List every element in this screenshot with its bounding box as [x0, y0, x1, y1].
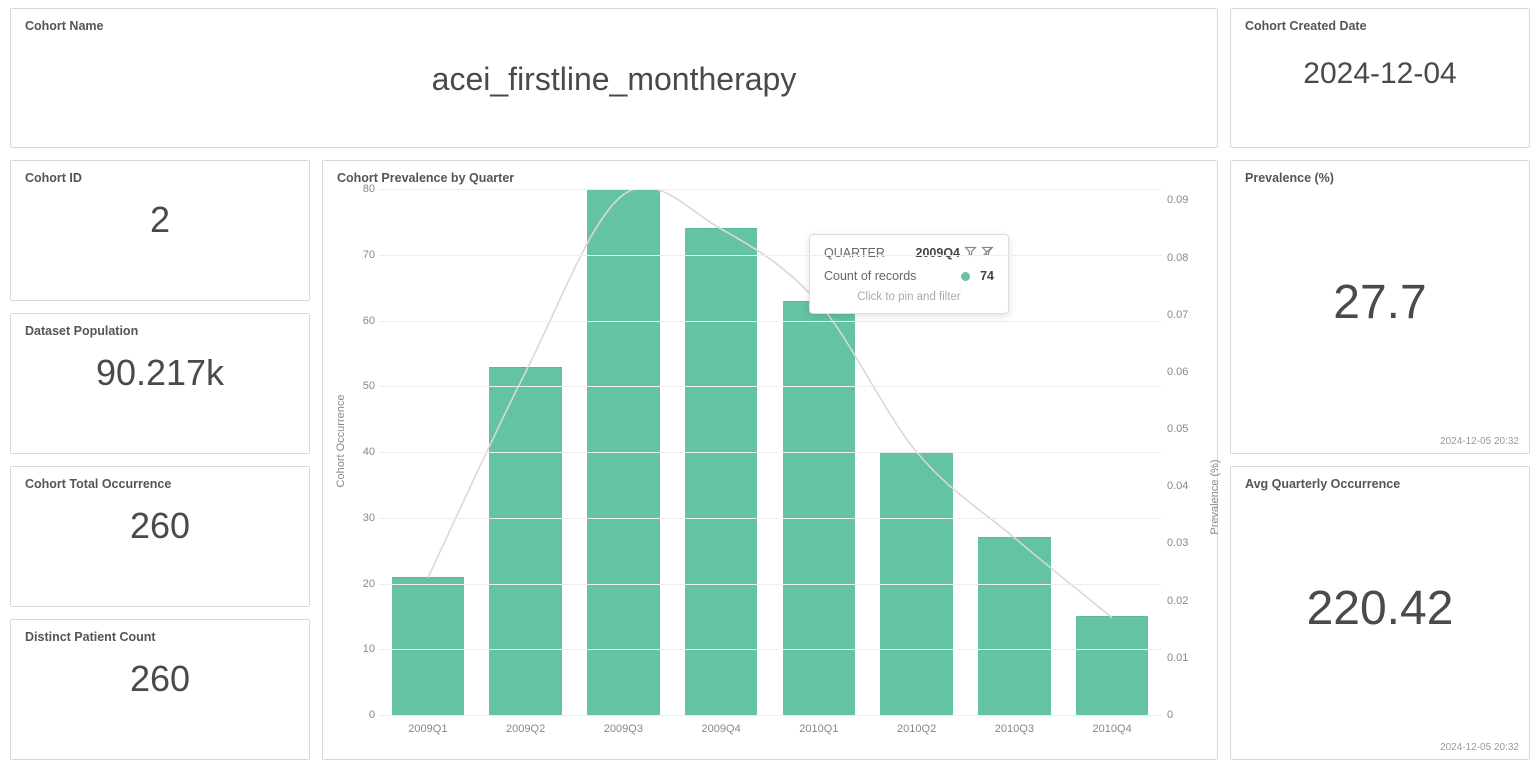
card-title: Distinct Patient Count — [25, 630, 295, 644]
y-right-tick: 0.04 — [1167, 480, 1197, 492]
gridline — [379, 649, 1161, 650]
timestamp: 2024-12-05 20:32 — [1440, 436, 1519, 447]
chart-tooltip[interactable]: QUARTER 2009Q4 Count of records 74 Click… — [809, 234, 1009, 314]
y-right-tick: 0.07 — [1167, 309, 1197, 321]
card-title: Avg Quarterly Occurrence — [1245, 477, 1515, 491]
card-distinct-patients: Distinct Patient Count 260 — [10, 619, 310, 760]
bar[interactable] — [783, 301, 855, 715]
bar[interactable] — [978, 537, 1050, 715]
y-left-tick: 0 — [347, 709, 375, 721]
card-title: Cohort Created Date — [1245, 19, 1515, 33]
population-value: 90.217k — [25, 352, 295, 394]
card-population: Dataset Population 90.217k — [10, 313, 310, 454]
gridline — [379, 255, 1161, 256]
prevalence-value: 27.7 — [1245, 275, 1515, 330]
x-tick-label: 2010Q3 — [995, 723, 1034, 735]
chart-title: Cohort Prevalence by Quarter — [337, 171, 1203, 185]
x-tick-label: 2009Q2 — [506, 723, 545, 735]
distinct-patients-value: 260 — [25, 658, 295, 700]
tooltip-quarter-label: QUARTER — [824, 246, 885, 260]
y-right-tick: 0.03 — [1167, 537, 1197, 549]
dashboard: Cohort Name acei_firstline_montherapy Co… — [0, 0, 1540, 768]
tooltip-count-value: 74 — [980, 269, 994, 283]
y-axis-right-label: Prevalence (%) — [1209, 459, 1221, 534]
bar[interactable] — [489, 367, 561, 715]
created-date-value: 2024-12-04 — [1245, 57, 1515, 91]
filter-icon[interactable] — [964, 245, 977, 261]
filter-clear-icon[interactable] — [981, 245, 994, 261]
card-cohort-name: Cohort Name acei_firstline_montherapy — [10, 8, 1218, 148]
card-created-date: Cohort Created Date 2024-12-04 — [1230, 8, 1530, 148]
cohort-id-value: 2 — [25, 199, 295, 241]
bar[interactable] — [392, 577, 464, 715]
chart-plot[interactable]: Cohort Occurrence Prevalence (%) 2009Q12… — [337, 189, 1203, 749]
y-right-tick: 0.08 — [1167, 252, 1197, 264]
y-left-tick: 30 — [347, 512, 375, 524]
timestamp: 2024-12-05 20:32 — [1440, 742, 1519, 753]
y-axis-left-label: Cohort Occurrence — [335, 395, 347, 488]
gridline — [379, 584, 1161, 585]
gridline — [379, 518, 1161, 519]
bar[interactable] — [1076, 616, 1148, 715]
card-title: Dataset Population — [25, 324, 295, 338]
y-left-tick: 10 — [347, 643, 375, 655]
gridline — [379, 715, 1161, 716]
x-tick-label: 2009Q1 — [408, 723, 447, 735]
x-tick-label: 2010Q1 — [799, 723, 838, 735]
tooltip-footer: Click to pin and filter — [824, 291, 994, 303]
y-right-tick: 0.09 — [1167, 194, 1197, 206]
card-cohort-id: Cohort ID 2 — [10, 160, 310, 301]
y-right-tick: 0.05 — [1167, 423, 1197, 435]
total-occurrence-value: 260 — [25, 505, 295, 547]
x-tick-label: 2009Q4 — [702, 723, 741, 735]
left-column: Cohort ID 2 Dataset Population 90.217k C… — [10, 160, 310, 760]
plot-area[interactable]: 2009Q12009Q22009Q32009Q42010Q12010Q22010… — [379, 189, 1161, 715]
y-right-tick: 0.01 — [1167, 652, 1197, 664]
y-left-tick: 80 — [347, 183, 375, 195]
y-left-tick: 50 — [347, 380, 375, 392]
gridline — [379, 452, 1161, 453]
y-left-tick: 20 — [347, 578, 375, 590]
avg-quarterly-value: 220.42 — [1245, 581, 1515, 636]
right-column: Prevalence (%) 27.7 2024-12-05 20:32 Avg… — [1230, 160, 1530, 760]
card-title: Cohort ID — [25, 171, 295, 185]
card-title: Cohort Name — [25, 19, 1203, 33]
y-right-tick: 0.06 — [1167, 366, 1197, 378]
x-tick-label: 2009Q3 — [604, 723, 643, 735]
card-title: Cohort Total Occurrence — [25, 477, 295, 491]
y-left-tick: 60 — [347, 315, 375, 327]
card-avg-quarterly: Avg Quarterly Occurrence 220.42 2024-12-… — [1230, 466, 1530, 760]
gridline — [379, 189, 1161, 190]
tooltip-count-label: Count of records — [824, 269, 916, 283]
card-total-occurrence: Cohort Total Occurrence 260 — [10, 466, 310, 607]
tooltip-quarter-value: 2009Q4 — [916, 246, 960, 260]
card-chart: Cohort Prevalence by Quarter Cohort Occu… — [322, 160, 1218, 760]
x-tick-label: 2010Q4 — [1093, 723, 1132, 735]
y-right-tick: 0.02 — [1167, 595, 1197, 607]
bar[interactable] — [685, 228, 757, 715]
y-left-tick: 70 — [347, 249, 375, 261]
card-prevalence: Prevalence (%) 27.7 2024-12-05 20:32 — [1230, 160, 1530, 454]
gridline — [379, 386, 1161, 387]
x-tick-label: 2010Q2 — [897, 723, 936, 735]
y-left-tick: 40 — [347, 446, 375, 458]
series-color-dot — [961, 272, 970, 281]
cohort-name-value: acei_firstline_montherapy — [25, 61, 1203, 98]
card-title: Prevalence (%) — [1245, 171, 1515, 185]
y-right-tick: 0 — [1167, 709, 1197, 721]
gridline — [379, 321, 1161, 322]
